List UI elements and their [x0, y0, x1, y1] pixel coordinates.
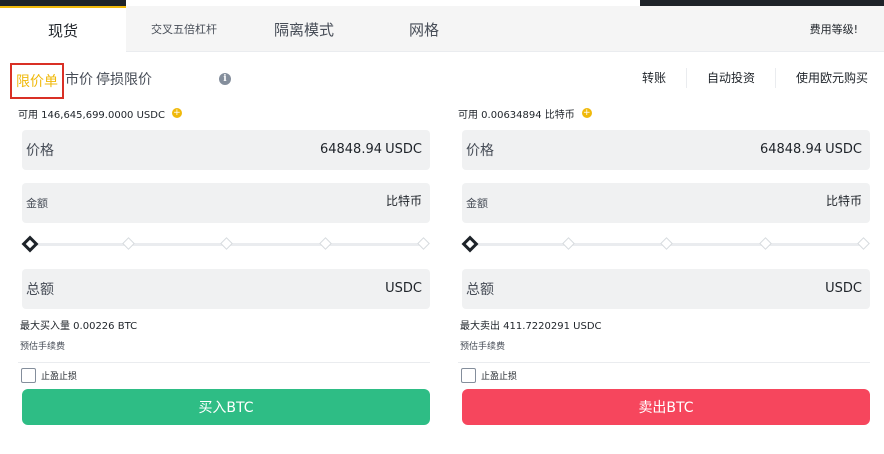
sell-tp-sl-label: 止盈止损: [481, 371, 518, 382]
buy-estimated-fee: 预估手续费: [20, 341, 66, 352]
tab-isolated-label: 隔离模式: [273, 20, 334, 39]
sell-available-text: 可用 0.00634894 比特币: [458, 109, 575, 121]
slider-mark-50[interactable]: [660, 237, 673, 250]
slider-mark-75[interactable]: [319, 237, 332, 250]
action-links: 转账 自动投资 使用欧元购买: [642, 68, 868, 88]
sell-total-label: 总额: [466, 282, 494, 298]
buy-price-label: 价格: [26, 143, 54, 159]
buy-available-text: 可用 146,645,699.0000 USDC: [18, 109, 165, 121]
buy-price-unit: USDC: [385, 142, 422, 157]
sell-max-amount: 最大卖出 411.7220291 USDC: [460, 320, 602, 332]
sell-total-unit: USDC: [825, 281, 862, 296]
buy-available-balance: 可用 146,645,699.0000 USDC +: [18, 102, 428, 124]
auto-invest-link[interactable]: 自动投资: [685, 68, 775, 88]
tab-spot-label: 现货: [47, 22, 78, 40]
sell-price-value: 64848.94: [759, 142, 822, 157]
fee-level-link[interactable]: 费用等级!: [810, 6, 858, 52]
buy-tp-sl-toggle[interactable]: 止盈止损: [21, 363, 428, 387]
slider-mark-50[interactable]: [220, 237, 233, 250]
tab-cross-5x-label: 交叉五倍杠杆: [151, 23, 217, 36]
sell-amount-input[interactable]: 金额 比特币: [462, 183, 870, 223]
sell-available-balance: 可用 0.00634894 比特币 +: [458, 102, 868, 124]
order-type-market[interactable]: 市价: [65, 69, 93, 89]
info-icon[interactable]: i: [219, 73, 231, 85]
buy-amount-label: 金额: [26, 197, 48, 210]
tab-cross-5x[interactable]: 交叉五倍杠杆: [126, 6, 242, 52]
sell-estimated-fee: 预估手续费: [460, 341, 506, 352]
buy-total-unit: USDC: [385, 281, 422, 296]
buy-panel: 可用 146,645,699.0000 USDC + 价格 64848.94 U…: [18, 102, 430, 425]
buy-with-eur-link[interactable]: 使用欧元购买: [774, 68, 868, 88]
sell-tp-sl-checkbox[interactable]: [461, 367, 476, 383]
order-type-limit-label: 限价单: [16, 74, 58, 90]
slider-mark-100[interactable]: [417, 237, 430, 250]
slider-mark-75[interactable]: [759, 237, 772, 250]
order-type-row: 限价单 市价 停损限价 i 转账 自动投资 使用欧元购买: [0, 52, 884, 102]
slider-mark-25[interactable]: [122, 237, 135, 250]
slider-handle[interactable]: [21, 235, 39, 253]
sell-panel: 可用 0.00634894 比特币 + 价格 64848.94 USDC 金额 …: [458, 102, 870, 425]
sell-price-label: 价格: [466, 143, 494, 159]
buy-btc-button-label: 买入BTC: [198, 400, 254, 416]
buy-total-label: 总额: [26, 282, 54, 298]
trade-mode-tabs: 现货 交叉五倍杠杆 隔离模式 网格: [0, 6, 884, 53]
buy-price-input[interactable]: 价格 64848.94 USDC: [22, 130, 430, 170]
plus-circle-icon[interactable]: +: [581, 108, 592, 118]
sell-btc-button[interactable]: 卖出BTC: [462, 389, 870, 425]
sell-price-input[interactable]: 价格 64848.94 USDC: [462, 130, 870, 170]
slider-mark-25[interactable]: [562, 237, 575, 250]
sell-price-unit: USDC: [825, 142, 862, 157]
sell-amount-unit: 比特币: [825, 194, 862, 208]
buy-amount-unit: 比特币: [385, 194, 422, 208]
transfer-link[interactable]: 转账: [642, 68, 686, 88]
tab-grid-label: 网格: [408, 20, 439, 39]
buy-tp-sl-checkbox[interactable]: [21, 367, 36, 383]
buy-price-value: 64848.94: [319, 142, 382, 157]
tab-spot[interactable]: 现货: [0, 6, 126, 53]
order-type-stop-limit[interactable]: 停损限价: [96, 69, 152, 89]
tab-grid[interactable]: 网格: [366, 6, 482, 52]
sell-amount-label: 金额: [466, 197, 488, 210]
tab-isolated[interactable]: 隔离模式: [242, 6, 366, 52]
sell-tp-sl-toggle[interactable]: 止盈止损: [461, 363, 868, 387]
slider-handle[interactable]: [461, 235, 479, 253]
buy-total-input[interactable]: 总额 USDC: [22, 269, 430, 309]
sell-total-input[interactable]: 总额 USDC: [462, 269, 870, 309]
sell-amount-slider[interactable]: [461, 229, 870, 259]
sell-btc-button-label: 卖出BTC: [638, 400, 694, 416]
slider-mark-100[interactable]: [857, 237, 870, 250]
buy-tp-sl-label: 止盈止损: [41, 371, 78, 382]
buy-max-amount: 最大买入量 0.00226 BTC: [20, 320, 138, 332]
order-type-limit[interactable]: 限价单: [10, 63, 64, 99]
buy-amount-slider[interactable]: [21, 229, 430, 259]
buy-btc-button[interactable]: 买入BTC: [22, 389, 430, 425]
buy-amount-input[interactable]: 金额 比特币: [22, 183, 430, 223]
plus-circle-icon[interactable]: +: [171, 108, 182, 118]
